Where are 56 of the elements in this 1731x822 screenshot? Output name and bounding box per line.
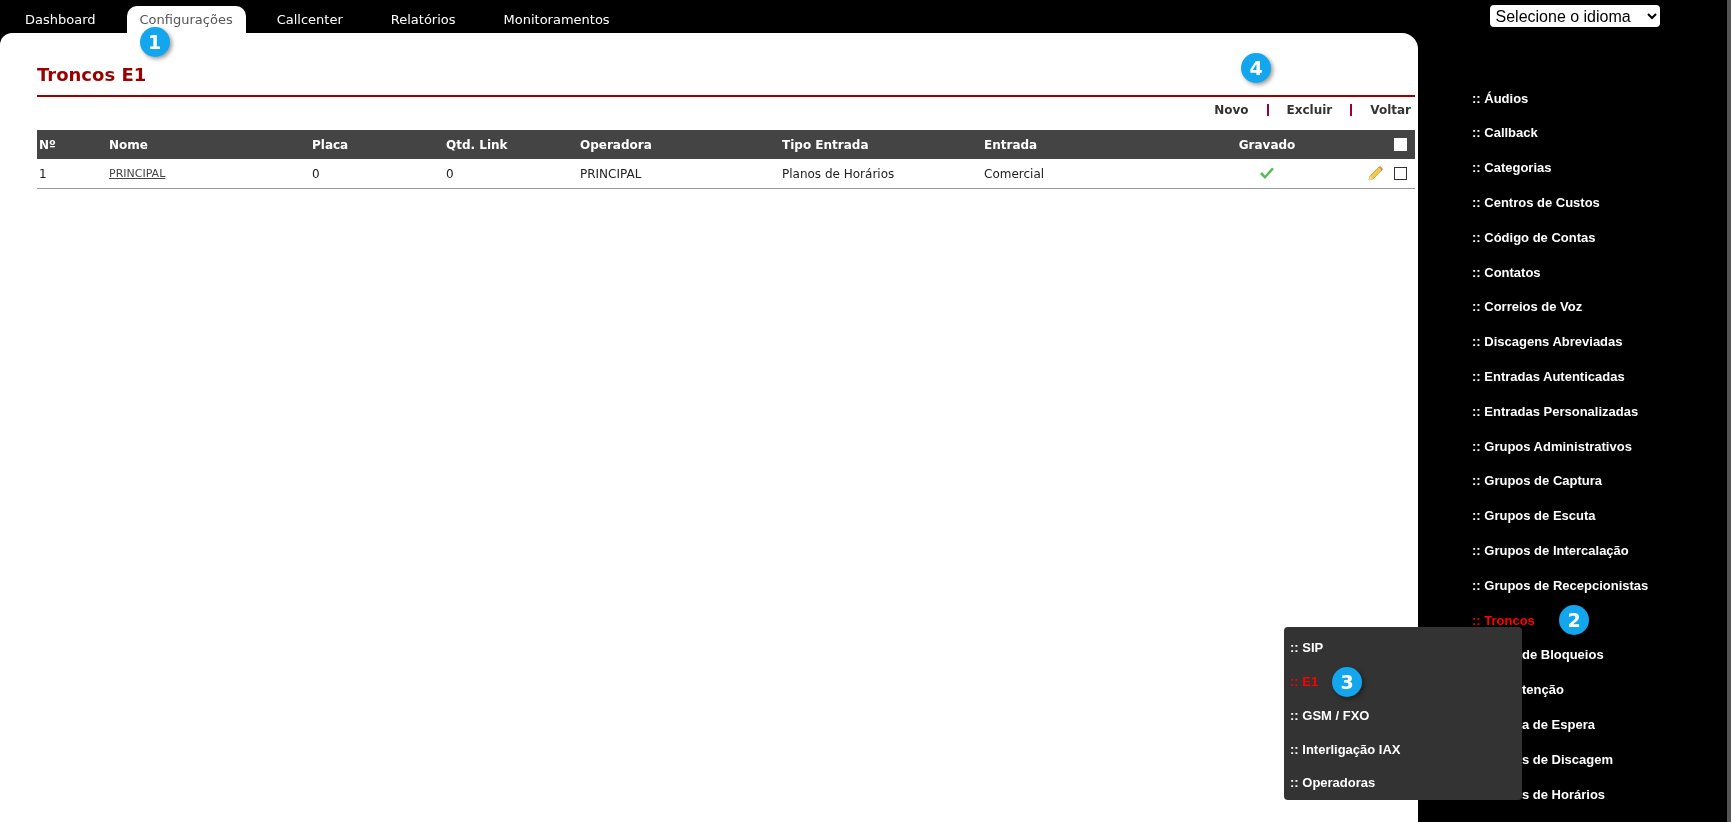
nav-tab[interactable]: Configurações bbox=[126, 6, 246, 33]
table-cell: 1 bbox=[39, 166, 47, 181]
column-header: Nº bbox=[38, 136, 57, 154]
column-header: Placa bbox=[311, 136, 350, 154]
sidebar-item[interactable]: :: Contatos bbox=[1472, 262, 1541, 283]
sidebar-item[interactable]: :: Código de Contas bbox=[1472, 227, 1596, 248]
column-header: Tipo Entrada bbox=[781, 136, 870, 154]
nav-tab[interactable]: Monitoramentos bbox=[486, 6, 627, 33]
separator bbox=[1350, 104, 1353, 116]
nav-tab[interactable]: Relatórios bbox=[373, 6, 473, 33]
sidebar-item[interactable]: :: Entradas Personalizadas bbox=[1472, 401, 1639, 422]
action-link[interactable]: Voltar bbox=[1370, 101, 1411, 119]
sidebar-item[interactable]: :: Categorias bbox=[1472, 158, 1552, 178]
column-header: Entrada bbox=[983, 136, 1039, 154]
sidebar-item[interactable]: :: Correios de Voz bbox=[1472, 297, 1583, 317]
column-header: Qtd. Link bbox=[445, 136, 509, 154]
submenu-item[interactable]: :: Interligação IAX bbox=[1290, 739, 1401, 760]
pencil-icon[interactable] bbox=[1367, 165, 1384, 182]
submenu-item[interactable]: :: GSM / FXO bbox=[1290, 705, 1370, 726]
column-header: Nome bbox=[108, 136, 149, 154]
table-cell: 0 bbox=[446, 166, 454, 181]
table-cell: PRINCIPAL bbox=[580, 166, 642, 181]
table-cell: Comercial bbox=[984, 166, 1045, 181]
column-header: Gravado bbox=[1237, 136, 1297, 154]
sidebar-item[interactable]: tenção bbox=[1522, 680, 1564, 700]
language-select[interactable]: Selecione o idioma bbox=[1489, 5, 1660, 27]
action-link[interactable]: Novo bbox=[1214, 101, 1249, 119]
sidebar-item[interactable]: :: Grupos de Escuta bbox=[1472, 506, 1596, 526]
sidebar-item[interactable]: :: Grupos de Intercalação bbox=[1472, 541, 1629, 561]
callout-badge: 2 bbox=[1559, 604, 1589, 635]
sidebar-item[interactable]: s de Horários bbox=[1522, 784, 1606, 805]
nav-tab[interactable]: Callcenter bbox=[259, 6, 360, 33]
sidebar-item[interactable]: de Bloqueios bbox=[1522, 645, 1604, 665]
nav-tab[interactable]: Dashboard bbox=[8, 6, 113, 33]
separator bbox=[1266, 104, 1269, 116]
sidebar-item[interactable]: :: Callback bbox=[1472, 123, 1538, 143]
column-header: Operadora bbox=[579, 136, 653, 154]
sidebar-item[interactable]: :: Áudios bbox=[1472, 88, 1529, 109]
sidebar-item[interactable]: :: Centros de Custos bbox=[1472, 193, 1600, 213]
sidebar-item[interactable]: :: Entradas Autenticadas bbox=[1472, 367, 1625, 387]
sidebar-item[interactable]: :: Grupos de Recepcionistas bbox=[1472, 575, 1649, 596]
table-cell: Planos de Horários bbox=[782, 166, 895, 181]
sidebar-item[interactable]: a de Espera bbox=[1522, 715, 1595, 735]
sidebar-item[interactable]: s de Discagem bbox=[1522, 749, 1614, 770]
sidebar-item[interactable]: :: Discagens Abreviadas bbox=[1472, 332, 1623, 352]
submenu-item[interactable]: :: SIP bbox=[1290, 638, 1324, 658]
callout-badge: 3 bbox=[1332, 666, 1362, 697]
callout-badge: 4 bbox=[1241, 53, 1271, 83]
sidebar-item[interactable]: :: Grupos de Captura bbox=[1472, 471, 1602, 491]
sidebar-item[interactable]: :: Troncos bbox=[1472, 610, 1535, 631]
checkbox[interactable] bbox=[1394, 167, 1407, 180]
submenu-item[interactable]: :: Operadoras bbox=[1290, 773, 1376, 793]
sidebar-item[interactable]: :: Grupos Administrativos bbox=[1472, 436, 1632, 457]
table-cell: 0 bbox=[312, 166, 320, 181]
name-link[interactable]: PRINCIPAL bbox=[109, 167, 166, 181]
action-link[interactable]: Excluir bbox=[1286, 101, 1333, 119]
